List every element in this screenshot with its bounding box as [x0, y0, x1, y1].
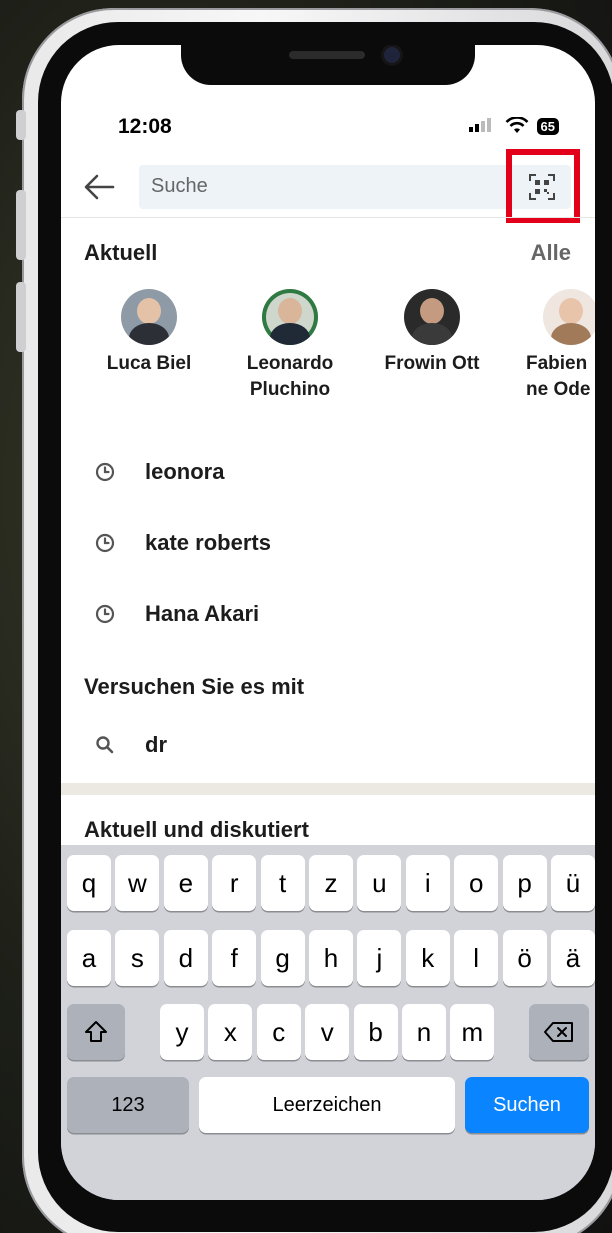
key-n[interactable]: n: [402, 1004, 446, 1060]
history-item[interactable]: Hana Akari: [61, 591, 595, 639]
key-m[interactable]: m: [450, 1004, 495, 1060]
key-j[interactable]: j: [357, 930, 402, 986]
search-input[interactable]: [151, 175, 491, 198]
history-text: Hana Akari: [145, 601, 260, 626]
key-y[interactable]: y: [160, 1004, 204, 1060]
recent-title: Aktuell: [84, 240, 158, 265]
signal-icon: [468, 118, 491, 132]
header-divider: [61, 217, 595, 218]
person-name: Fabienne Odermatt: [526, 353, 591, 400]
space-key[interactable]: Leerzeichen: [199, 1077, 455, 1133]
notch: [181, 45, 475, 85]
avatar: [121, 289, 177, 345]
key-o[interactable]: o: [454, 855, 499, 911]
clock-icon: [95, 604, 115, 624]
person-name: Leonardo Pluchino: [246, 353, 334, 400]
qr-code-icon: [529, 174, 555, 200]
key-x[interactable]: x: [208, 1004, 253, 1060]
mute-switch: [16, 110, 26, 140]
key-r[interactable]: r: [212, 855, 257, 911]
volume-up-button: [16, 190, 26, 260]
key-i[interactable]: i: [405, 855, 450, 911]
avatar: [543, 289, 595, 345]
key-l[interactable]: l: [454, 930, 499, 986]
person-name: Luca Biel: [106, 353, 192, 374]
recent-person-frowin-ott[interactable]: Frowin Ott: [362, 289, 502, 377]
key-e[interactable]: e: [163, 855, 208, 911]
front-camera: [384, 47, 400, 63]
keyboard: qwertzuiopü asdfghjklöä yxcvbnm 123 Leer…: [61, 845, 595, 1200]
person-name: Frowin Ott: [384, 353, 480, 374]
history-text: leonora: [145, 459, 225, 484]
search-submit-key[interactable]: Suchen: [465, 1077, 589, 1133]
shift-key[interactable]: [67, 1004, 125, 1060]
key-w[interactable]: w: [115, 855, 160, 911]
numbers-key[interactable]: 123: [67, 1077, 189, 1133]
key-k[interactable]: k: [405, 930, 450, 986]
recent-person-leonardo-pluchino[interactable]: Leonardo Pluchino: [220, 289, 360, 403]
search-icon: [96, 736, 114, 754]
key-p[interactable]: p: [502, 855, 547, 911]
history-item[interactable]: kate roberts: [61, 520, 595, 568]
key-v[interactable]: v: [305, 1004, 350, 1060]
key-ä[interactable]: ä: [551, 930, 595, 986]
see-all-link[interactable]: Alle: [531, 240, 571, 266]
arrow-left-icon: [84, 174, 115, 200]
backspace-icon: [544, 1022, 573, 1042]
key-z[interactable]: z: [309, 855, 353, 911]
key-a[interactable]: a: [67, 930, 111, 986]
key-s[interactable]: s: [115, 930, 160, 986]
wifi-icon: [505, 117, 528, 133]
key-c[interactable]: c: [256, 1004, 301, 1060]
key-d[interactable]: d: [163, 930, 208, 986]
status-bar: 12:08 65: [61, 115, 595, 143]
volume-down-button: [16, 282, 26, 352]
search-header: [61, 149, 595, 223]
history-text: kate roberts: [145, 530, 271, 555]
suggestion-item[interactable]: dr: [61, 722, 595, 770]
key-g[interactable]: g: [260, 930, 305, 986]
battery-indicator: 65: [536, 117, 559, 135]
clock-icon: [95, 533, 115, 553]
avatar: [404, 289, 460, 345]
avatar: [262, 289, 318, 345]
recent-person-luca-biel[interactable]: Luca Biel: [79, 289, 219, 377]
section-separator: [61, 783, 595, 795]
key-ü[interactable]: ü: [551, 855, 595, 911]
status-icons: 65: [468, 117, 559, 135]
suggestions-title: Versuchen Sie es mit: [84, 674, 305, 699]
recent-person-fabienne[interactable]: Fabienne Odermatt: [501, 289, 595, 403]
suggestion-text: dr: [145, 732, 167, 757]
key-t[interactable]: t: [260, 855, 305, 911]
key-u[interactable]: u: [357, 855, 402, 911]
key-f[interactable]: f: [212, 930, 257, 986]
qr-code-button[interactable]: [525, 170, 559, 204]
phone-screen: 12:08 65 Suche Aktuell Alle Luca Biel Le…: [61, 45, 595, 1200]
key-h[interactable]: h: [309, 930, 353, 986]
status-time: 12:08: [118, 115, 172, 138]
shift-icon: [85, 1021, 107, 1042]
key-q[interactable]: q: [67, 855, 111, 911]
clock-icon: [95, 462, 115, 482]
trending-title: Aktuell und diskutiert: [84, 817, 309, 842]
speaker: [289, 51, 365, 59]
backspace-key[interactable]: [529, 1004, 589, 1060]
key-ö[interactable]: ö: [502, 930, 547, 986]
history-item[interactable]: leonora: [61, 449, 595, 497]
key-b[interactable]: b: [353, 1004, 398, 1060]
back-button[interactable]: [83, 173, 117, 207]
